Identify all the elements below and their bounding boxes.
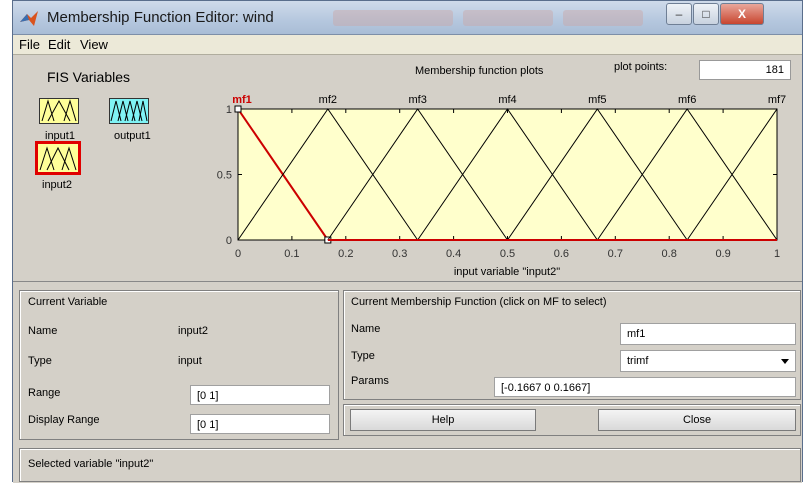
mf-editor-window: Membership Function Editor: wind – □ X F… <box>12 0 803 483</box>
mf-params-input[interactable]: [-0.1667 0 0.1667] <box>494 377 796 397</box>
x-tick-label: 0.1 <box>284 248 299 260</box>
matlab-logo-icon <box>20 11 38 26</box>
y-tick-label: 1 <box>226 104 232 116</box>
mf-label-mf1[interactable]: mf1 <box>232 94 252 106</box>
cv-display-range-label: Display Range <box>28 414 100 426</box>
current-variable-title: Current Variable <box>28 296 108 308</box>
title-bar[interactable]: Membership Function Editor: wind – □ X <box>13 1 802 35</box>
mf-label-mf6[interactable]: mf6 <box>678 94 696 106</box>
cv-type-value: input <box>178 355 202 367</box>
close-button[interactable]: Close <box>598 409 796 431</box>
output1-variable-box[interactable] <box>109 98 149 124</box>
mf-label-mf4[interactable]: mf4 <box>498 94 516 106</box>
input1-variable-box[interactable] <box>39 98 79 124</box>
plot-area[interactable] <box>237 108 778 241</box>
x-tick-label: 0.4 <box>446 248 461 260</box>
mf-label-mf3[interactable]: mf3 <box>408 94 426 106</box>
cv-name-label: Name <box>28 325 58 337</box>
maximize-button[interactable]: □ <box>693 3 719 25</box>
cv-name-value: input2 <box>178 325 208 337</box>
current-mf-title: Current Membership Function (click on MF… <box>351 296 607 308</box>
title-bar-blur <box>563 10 643 26</box>
current-variable-panel: Current Variable Name input2 Type input … <box>19 290 339 440</box>
status-text: Selected variable "input2" <box>28 458 154 470</box>
plot-points-label: plot points: <box>614 61 668 73</box>
menu-view[interactable]: View <box>80 37 108 52</box>
mf-type-label: Type <box>351 350 375 362</box>
x-tick-label: 1 <box>774 248 780 260</box>
plot-points-input[interactable]: 181 <box>699 60 791 80</box>
mf-label-mf7[interactable]: mf7 <box>768 94 786 106</box>
mf-type-value: trimf <box>627 355 649 367</box>
fis-variables-label: FIS Variables <box>47 69 130 85</box>
range-input[interactable]: [0 1] <box>190 385 330 405</box>
mf-label-mf5[interactable]: mf5 <box>588 94 606 106</box>
title-bar-blur <box>333 10 453 26</box>
input2-variable-box[interactable] <box>35 141 81 175</box>
help-button[interactable]: Help <box>350 409 536 431</box>
x-axis-label: input variable "input2" <box>454 266 560 278</box>
cv-type-label: Type <box>28 355 52 367</box>
x-tick-label: 0.8 <box>662 248 677 260</box>
y-tick-label: 0.5 <box>217 170 232 182</box>
mf-plots-title: Membership function plots <box>415 65 544 77</box>
mf-name-label: Name <box>351 323 381 335</box>
y-tick-label: 0 <box>226 235 232 247</box>
buttons-panel: Help Close <box>343 404 801 436</box>
x-tick-label: 0 <box>235 248 241 260</box>
bottom-area: Current Variable Name input2 Type input … <box>13 281 802 483</box>
cv-range-label: Range <box>28 387 61 399</box>
title-bar-blur <box>463 10 553 26</box>
mf-vertex-handle[interactable] <box>234 105 242 113</box>
mf-thumbnail-icon <box>39 146 77 171</box>
input2-label: input2 <box>42 179 72 191</box>
current-mf-panel: Current Membership Function (click on MF… <box>343 290 801 400</box>
x-tick-label: 0.3 <box>392 248 407 260</box>
mf-name-input[interactable]: mf1 <box>620 323 796 345</box>
window-title: Membership Function Editor: wind <box>47 9 274 26</box>
top-area: FIS Variables input1 output1 input2 Memb… <box>13 55 802 281</box>
mf-thumbnail-icon <box>41 99 77 122</box>
display-range-input[interactable]: [0 1] <box>190 414 330 434</box>
mf-thumbnail-icon <box>110 100 148 122</box>
menu-file[interactable]: File <box>19 37 40 52</box>
close-window-button[interactable]: X <box>720 3 764 25</box>
chevron-down-icon[interactable] <box>781 359 789 364</box>
mf-label-mf2[interactable]: mf2 <box>319 94 337 106</box>
mf-plot[interactable]: input variable "input2" 0 0.1 0.2 0.3 0.4 0.5… <box>209 83 797 279</box>
x-tick-label: 0.7 <box>608 248 623 260</box>
output1-label: output1 <box>114 130 151 142</box>
x-tick-label: 0.6 <box>554 248 569 260</box>
x-tick-label: 0.9 <box>715 248 730 260</box>
x-tick-label: 0.5 <box>500 248 515 260</box>
status-bar: Selected variable "input2" <box>19 448 801 482</box>
x-tick-label: 0.2 <box>338 248 353 260</box>
mf-params-label: Params <box>351 375 389 387</box>
minimize-button[interactable]: – <box>666 3 692 25</box>
menu-edit[interactable]: Edit <box>48 37 70 52</box>
mf-type-select[interactable]: trimf <box>620 350 796 372</box>
menu-bar: File Edit View <box>13 35 802 55</box>
